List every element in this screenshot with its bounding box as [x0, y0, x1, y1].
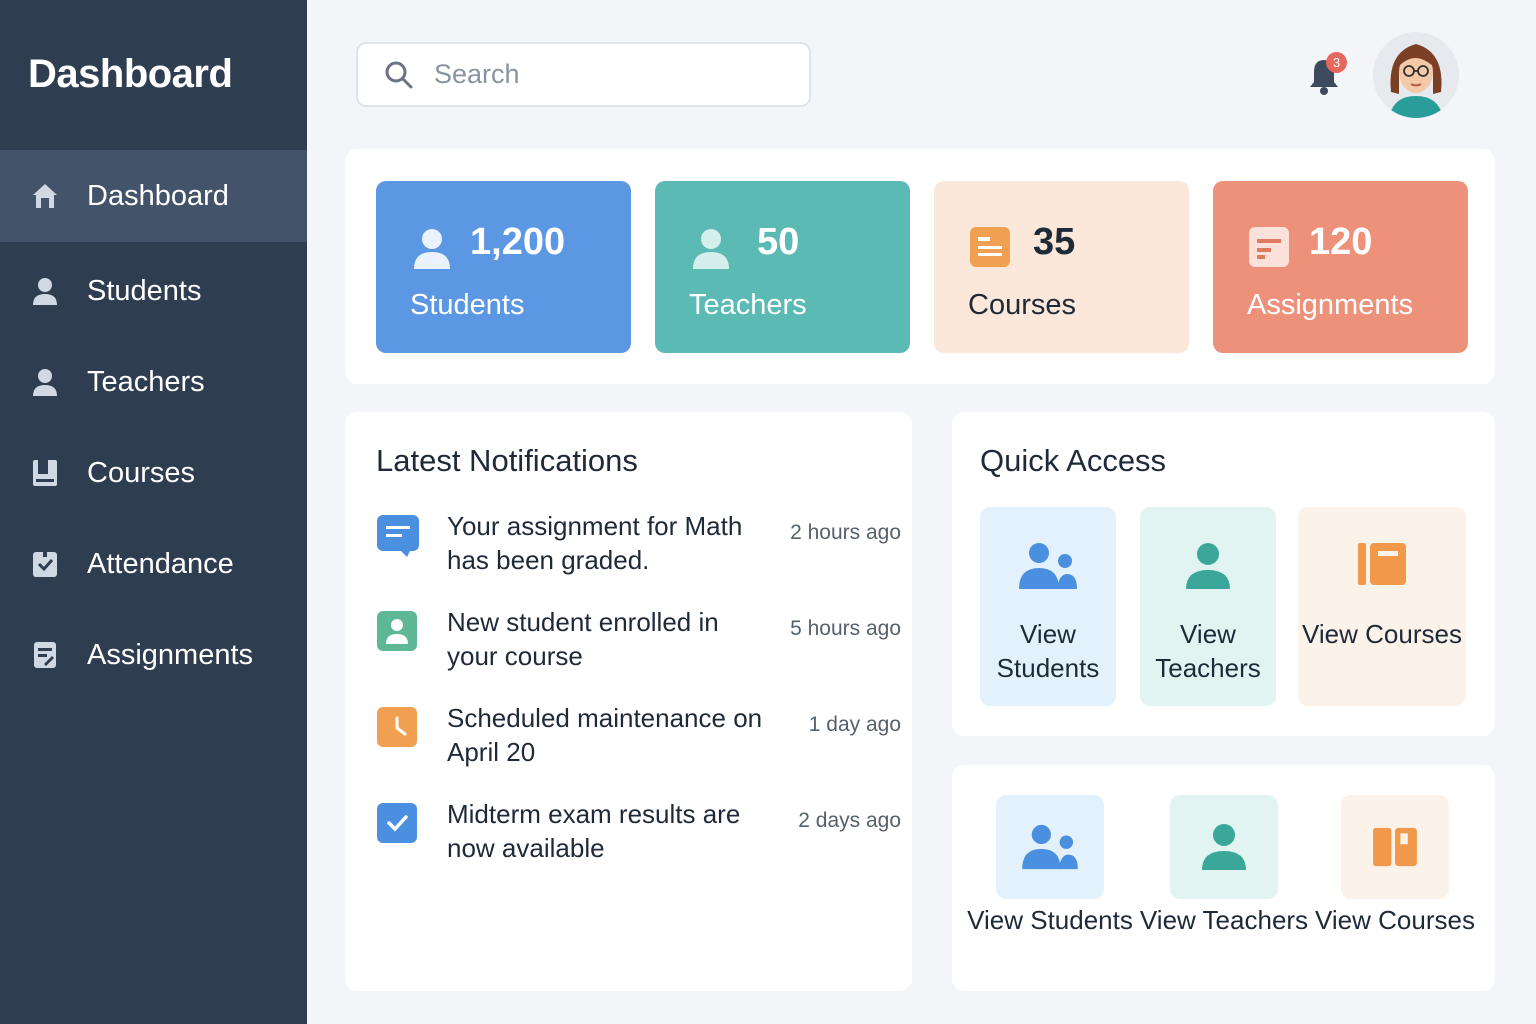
- quick-access-label: View Students: [967, 905, 1133, 935]
- checkbox-icon: [377, 803, 419, 845]
- sidebar-item-label: Students: [87, 274, 202, 307]
- sidebar-item-label: Courses: [87, 456, 195, 489]
- notification-item[interactable]: Scheduled maintenance on April 20 1 day …: [345, 703, 912, 787]
- notification-time: 2 hours ago: [790, 521, 901, 544]
- book-icon: [29, 457, 61, 489]
- stat-value: 50: [757, 221, 800, 263]
- person-icon: [1184, 541, 1232, 596]
- sidebar-item-label: Attendance: [87, 547, 234, 580]
- view-teachers-button[interactable]: View Teachers: [1134, 795, 1314, 975]
- view-courses-button[interactable]: View Courses: [1305, 795, 1485, 975]
- stat-label: Courses: [968, 289, 1076, 321]
- stat-value: 120: [1309, 221, 1373, 263]
- quick-access-label: View Students: [996, 619, 1100, 683]
- sidebar-item-courses[interactable]: Courses: [0, 427, 307, 519]
- notification-text: Midterm exam results are now available: [447, 799, 741, 863]
- sidebar-item-assignments[interactable]: Assignments: [0, 609, 307, 701]
- view-students-button[interactable]: View Students: [980, 507, 1116, 706]
- notification-badge: 3: [1326, 52, 1347, 73]
- person-icon: [1170, 795, 1278, 899]
- quick-access-title: Quick Access: [980, 443, 1167, 478]
- quick-access-panel-secondary: View Students View Teachers View Courses: [952, 765, 1495, 991]
- sidebar-item-label: Assignments: [87, 638, 254, 671]
- notifications-title: Latest Notifications: [376, 443, 638, 478]
- quick-access-label: View Courses: [1315, 905, 1475, 935]
- group-icon: [1017, 541, 1079, 596]
- quick-access-label: View Courses: [1302, 619, 1462, 649]
- stat-label: Teachers: [689, 289, 807, 321]
- notification-time: 5 hours ago: [790, 617, 901, 640]
- stat-label: Students: [410, 289, 525, 321]
- sidebar-item-label: Dashboard: [87, 179, 229, 212]
- view-students-button[interactable]: View Students: [960, 795, 1140, 975]
- stat-card-teachers[interactable]: 50 Teachers: [655, 181, 910, 353]
- quick-access-label: View Teachers: [1155, 619, 1261, 683]
- sidebar-item-teachers[interactable]: Teachers: [0, 336, 307, 428]
- notification-text: Scheduled maintenance on April 20: [447, 703, 763, 767]
- view-teachers-button[interactable]: View Teachers: [1140, 507, 1276, 706]
- notification-item[interactable]: New student enrolled in your course 5 ho…: [345, 607, 912, 691]
- stat-card-assignments[interactable]: 120 Assignments: [1213, 181, 1468, 353]
- person-icon: [410, 225, 454, 269]
- view-courses-button[interactable]: View Courses: [1298, 507, 1466, 706]
- student-icon: [377, 611, 419, 653]
- stat-value: 1,200: [470, 221, 566, 263]
- person-icon: [689, 225, 733, 269]
- sidebar-item-label: Teachers: [87, 365, 205, 398]
- notifications-panel: Latest Notifications Your assignment for…: [345, 412, 912, 991]
- document-icon: [29, 639, 61, 671]
- document-icon: [1247, 225, 1291, 269]
- sidebar-title: Dashboard: [28, 52, 233, 96]
- notification-item[interactable]: Your assignment for Math has been graded…: [345, 511, 912, 595]
- notification-time: 1 day ago: [808, 713, 901, 736]
- sidebar-item-attendance[interactable]: Attendance: [0, 518, 307, 610]
- notification-item[interactable]: Midterm exam results are now available 2…: [345, 799, 912, 883]
- book-icon: [1358, 541, 1406, 592]
- stats-panel: 1,200 Students 50 Teachers 35 Courses 12…: [345, 149, 1495, 384]
- sidebar-item-students[interactable]: Students: [0, 245, 307, 337]
- message-icon: [377, 515, 419, 557]
- clock-icon: [377, 707, 419, 749]
- stat-card-students[interactable]: 1,200 Students: [376, 181, 631, 353]
- notification-time: 2 days ago: [798, 809, 901, 832]
- search-icon: [385, 61, 413, 88]
- notification-text: Your assignment for Math has been graded…: [447, 511, 743, 575]
- search-input[interactable]: [434, 59, 764, 90]
- avatar[interactable]: [1373, 32, 1459, 118]
- group-icon: [996, 795, 1104, 899]
- person-icon: [29, 275, 61, 307]
- clipboard-check-icon: [29, 548, 61, 580]
- person-icon: [29, 366, 61, 398]
- search-box[interactable]: [356, 42, 811, 107]
- home-icon: [29, 180, 61, 212]
- sidebar-item-dashboard[interactable]: Dashboard: [0, 150, 307, 242]
- quick-access-label: View Teachers: [1139, 905, 1309, 935]
- book-icon: [1341, 795, 1449, 899]
- stat-card-courses[interactable]: 35 Courses: [934, 181, 1189, 353]
- book-icon: [968, 225, 1012, 269]
- stat-value: 35: [1033, 221, 1076, 263]
- notification-text: New student enrolled in your course: [447, 607, 719, 671]
- sidebar: Dashboard Dashboard Students Teachers Co…: [0, 0, 307, 1024]
- quick-access-panel: Quick Access View Students View Teachers…: [952, 412, 1495, 736]
- stat-label: Assignments: [1247, 289, 1414, 321]
